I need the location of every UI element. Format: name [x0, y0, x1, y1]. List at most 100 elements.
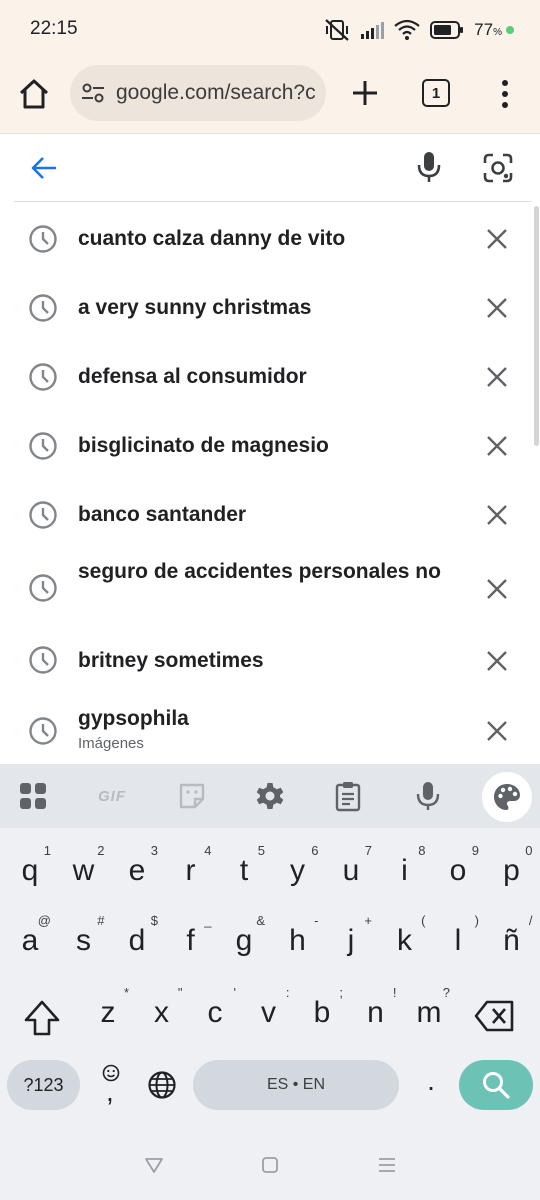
key-2-0[interactable]: z *	[83, 982, 133, 1044]
home-icon[interactable]	[16, 76, 52, 112]
key-2-1[interactable]: x "	[137, 982, 187, 1044]
suggestion-item[interactable]: banco santander	[0, 480, 540, 549]
suggestion-text[interactable]: britney sometimes	[78, 645, 468, 676]
settings-gear-icon[interactable]	[254, 780, 286, 812]
remove-suggestion-icon[interactable]	[485, 649, 509, 673]
suggestion-item[interactable]: seguro de accidentes personales no	[0, 549, 540, 626]
sticker-icon[interactable]	[176, 780, 208, 812]
key-label: a	[21, 924, 39, 957]
key-label: e	[128, 854, 146, 887]
suggestion-text[interactable]: bisglicinato de magnesio	[78, 430, 468, 461]
key-hint: 3	[150, 843, 158, 858]
suggestion-item[interactable]: bisglicinato de magnesio	[0, 411, 540, 480]
microphone-icon[interactable]	[414, 150, 444, 184]
key-hint: _	[204, 913, 212, 928]
history-clock-icon	[29, 646, 57, 674]
remove-suggestion-icon[interactable]	[485, 577, 509, 601]
keyboard-toolbar: GIF	[0, 764, 540, 828]
key-1-3[interactable]: f _	[166, 910, 216, 972]
key-label: o	[449, 854, 467, 887]
emoji-comma-key[interactable]: ,	[96, 1064, 126, 1107]
globe-icon[interactable]	[147, 1070, 177, 1100]
key-hint: +	[364, 913, 372, 928]
theme-palette-button[interactable]	[482, 772, 532, 822]
key-1-4[interactable]: g &	[219, 910, 269, 972]
more-menu-icon[interactable]	[494, 78, 516, 110]
suggestion-text[interactable]: cuanto calza danny de vito	[78, 223, 468, 254]
site-settings-icon[interactable]	[80, 80, 106, 106]
remove-suggestion-icon[interactable]	[485, 227, 509, 251]
remove-suggestion-icon[interactable]	[485, 434, 509, 458]
apps-grid-icon[interactable]	[17, 780, 49, 812]
url-bar[interactable]: google.com/search?c	[70, 65, 326, 121]
clipboard-icon[interactable]	[332, 780, 364, 812]
history-clock-icon	[29, 574, 57, 602]
key-0-9[interactable]: p0	[487, 840, 537, 902]
remove-suggestion-icon[interactable]	[485, 365, 509, 389]
gif-button[interactable]: GIF	[92, 780, 132, 812]
suggestion-text[interactable]: defensa al consumidor	[78, 361, 468, 392]
key-0-3[interactable]: r4	[166, 840, 216, 902]
remove-suggestion-icon[interactable]	[485, 296, 509, 320]
suggestion-text[interactable]: banco santander	[78, 499, 468, 530]
palette-icon	[494, 784, 520, 810]
key-0-5[interactable]: y6	[273, 840, 323, 902]
key-hint: 0	[525, 843, 533, 858]
key-0-1[interactable]: w2	[59, 840, 109, 902]
key-0-2[interactable]: e3	[112, 840, 162, 902]
key-0-6[interactable]: u7	[326, 840, 376, 902]
omnibox-search-row[interactable]	[14, 134, 532, 202]
suggestion-text[interactable]: a very sunny christmas	[78, 292, 468, 323]
back-arrow-icon[interactable]	[30, 154, 58, 182]
key-1-6[interactable]: j +	[326, 910, 376, 972]
key-0-0[interactable]: q1	[5, 840, 55, 902]
key-hint: 2	[97, 843, 105, 858]
key-hint: ?	[442, 985, 450, 1000]
suggestion-text[interactable]: seguro de accidentes personales no	[78, 556, 468, 587]
search-enter-key[interactable]	[459, 1060, 533, 1110]
key-1-1[interactable]: s #	[59, 910, 109, 972]
key-label: l	[454, 924, 462, 957]
key-1-9[interactable]: ñ /	[487, 910, 537, 972]
space-bar[interactable]: ES • EN	[193, 1060, 399, 1110]
key-1-7[interactable]: k(	[380, 910, 430, 972]
suggestion-item[interactable]: gypsophila Imágenes	[0, 695, 540, 764]
suggestion-item[interactable]: defensa al consumidor	[0, 342, 540, 411]
recents-menu-icon[interactable]	[376, 1154, 398, 1176]
plus-icon[interactable]	[348, 76, 382, 110]
scrollbar[interactable]	[534, 206, 539, 446]
suggestion-item[interactable]: a very sunny christmas	[0, 273, 540, 342]
suggestion-text[interactable]: gypsophila Imágenes	[78, 703, 468, 754]
tab-count: 1	[431, 84, 441, 102]
key-label: c	[207, 996, 223, 1029]
symbols-key[interactable]: ?123	[7, 1060, 80, 1110]
key-0-8[interactable]: o9	[433, 840, 483, 902]
key-2-4[interactable]: b;	[297, 982, 347, 1044]
key-1-0[interactable]: a @	[5, 910, 55, 972]
suggestion-item[interactable]: cuanto calza danny de vito	[0, 204, 540, 273]
home-square-icon[interactable]	[259, 1154, 281, 1176]
key-1-5[interactable]: h-	[273, 910, 323, 972]
key-label: x	[154, 996, 169, 1029]
back-triangle-icon[interactable]	[143, 1154, 165, 1176]
voice-input-icon[interactable]	[412, 780, 444, 812]
key-1-8[interactable]: l)	[433, 910, 483, 972]
period-key[interactable]: .	[416, 1060, 446, 1110]
google-lens-icon[interactable]	[482, 152, 514, 184]
url-text[interactable]: google.com/search?c	[116, 81, 316, 105]
suggestion-item[interactable]: britney sometimes	[0, 626, 540, 695]
remove-suggestion-icon[interactable]	[485, 503, 509, 527]
key-2-2[interactable]: c '	[190, 982, 240, 1044]
key-2-3[interactable]: v:	[244, 982, 294, 1044]
history-clock-icon	[29, 294, 57, 322]
shift-icon[interactable]	[22, 998, 62, 1038]
browser-toolbar: google.com/search?c 1	[0, 60, 540, 134]
remove-suggestion-icon[interactable]	[485, 719, 509, 743]
tab-switcher-icon[interactable]: 1	[422, 79, 450, 107]
key-0-4[interactable]: t5	[219, 840, 269, 902]
key-2-5[interactable]: n!	[351, 982, 401, 1044]
key-2-6[interactable]: m?	[404, 982, 454, 1044]
key-1-2[interactable]: d $	[112, 910, 162, 972]
backspace-icon[interactable]	[474, 998, 516, 1034]
key-0-7[interactable]: i8	[380, 840, 430, 902]
